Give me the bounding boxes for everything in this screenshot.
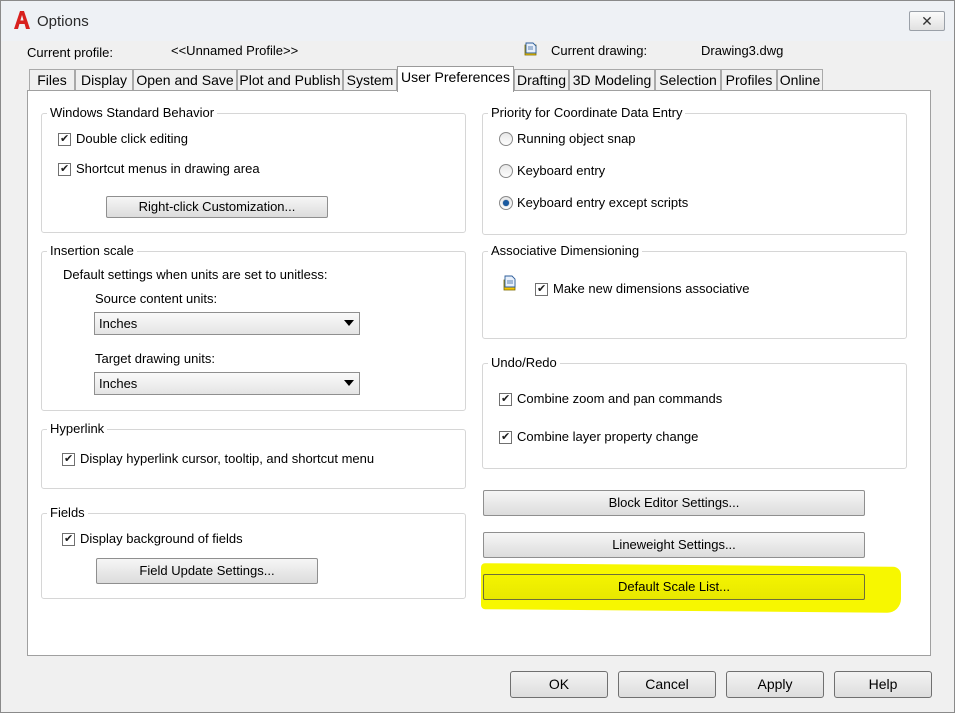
- target-units-value: Inches: [99, 376, 138, 391]
- double-click-label: Double click editing: [76, 131, 189, 146]
- block-editor-settings-button[interactable]: Block Editor Settings...: [483, 490, 865, 516]
- windows-behavior-title: Windows Standard Behavior: [47, 105, 218, 120]
- combine-layer-checkbox[interactable]: [499, 430, 512, 444]
- tab-online[interactable]: Online: [777, 69, 823, 90]
- tab-drafting[interactable]: Drafting: [514, 69, 569, 90]
- tab-display[interactable]: Display: [75, 69, 133, 90]
- window-title: Options: [37, 13, 89, 30]
- fields-group: [41, 513, 466, 599]
- undo-redo-title: Undo/Redo: [488, 355, 560, 370]
- source-units-value: Inches: [99, 316, 138, 331]
- insertion-scale-title: Insertion scale: [47, 243, 137, 258]
- source-units-dropdown[interactable]: Inches: [94, 312, 360, 335]
- target-units-dropdown[interactable]: Inches: [94, 372, 360, 395]
- tab-plot-and-publish[interactable]: Plot and Publish: [237, 69, 343, 90]
- current-profile-value: <<Unnamed Profile>>: [171, 43, 299, 58]
- combine-zoom-checkbox[interactable]: [499, 392, 512, 406]
- keyboard-entry-label: Keyboard entry: [517, 163, 606, 178]
- tab-selection[interactable]: Selection: [655, 69, 721, 90]
- tab-3d-modeling[interactable]: 3D Modeling: [569, 69, 655, 90]
- make-associative-label: Make new dimensions associative: [553, 281, 750, 296]
- chevron-down-icon: [344, 380, 354, 386]
- hyperlink-display-label: Display hyperlink cursor, tooltip, and s…: [80, 451, 375, 466]
- autocad-a-icon: [14, 11, 30, 29]
- shortcut-menus-label: Shortcut menus in drawing area: [76, 161, 260, 176]
- help-button[interactable]: Help: [834, 671, 932, 698]
- combine-zoom-label: Combine zoom and pan commands: [517, 391, 723, 406]
- drawing-file-icon: [524, 42, 537, 56]
- coordinate-priority-title: Priority for Coordinate Data Entry: [488, 105, 686, 120]
- apply-button[interactable]: Apply: [726, 671, 824, 698]
- fields-title: Fields: [47, 505, 88, 520]
- hyperlink-title: Hyperlink: [47, 421, 108, 436]
- current-drawing-label: Current drawing:: [551, 43, 648, 58]
- field-background-checkbox[interactable]: [62, 532, 75, 546]
- tab-user-preferences[interactable]: User Preferences: [397, 66, 514, 92]
- double-click-checkbox[interactable]: [58, 132, 71, 146]
- target-units-label: Target drawing units:: [95, 351, 215, 366]
- lineweight-settings-button[interactable]: Lineweight Settings...: [483, 532, 865, 558]
- options-dialog: Options ✕ Current profile: <<Unnamed Pro…: [0, 0, 955, 713]
- tab-profiles[interactable]: Profiles: [721, 69, 777, 90]
- current-profile-label: Current profile:: [27, 45, 113, 60]
- close-button[interactable]: ✕: [909, 11, 945, 31]
- cancel-button[interactable]: Cancel: [618, 671, 716, 698]
- right-click-customization-button[interactable]: Right-click Customization...: [106, 196, 328, 218]
- make-associative-checkbox[interactable]: [535, 282, 548, 296]
- ok-button[interactable]: OK: [510, 671, 608, 698]
- field-update-settings-button[interactable]: Field Update Settings...: [96, 558, 318, 584]
- running-object-snap-radio[interactable]: [499, 132, 513, 146]
- associative-dimension-icon: [503, 275, 516, 291]
- associative-dimensioning-title: Associative Dimensioning: [488, 243, 643, 258]
- default-scale-list-button[interactable]: Default Scale List...: [483, 574, 865, 600]
- keyboard-entry-except-scripts-label: Keyboard entry except scripts: [517, 195, 689, 210]
- insertion-scale-description: Default settings when units are set to u…: [63, 267, 328, 282]
- undo-redo-group: [482, 363, 907, 469]
- running-object-snap-label: Running object snap: [517, 131, 636, 146]
- close-icon: ✕: [921, 13, 933, 29]
- tab-system[interactable]: System: [343, 69, 397, 90]
- field-background-label: Display background of fields: [80, 531, 243, 546]
- combine-layer-label: Combine layer property change: [517, 429, 699, 444]
- chevron-down-icon: [344, 320, 354, 326]
- keyboard-entry-radio[interactable]: [499, 164, 513, 178]
- shortcut-menus-checkbox[interactable]: [58, 162, 71, 176]
- current-drawing-value: Drawing3.dwg: [701, 43, 784, 58]
- tab-files[interactable]: Files: [29, 69, 75, 90]
- title-bar: Options ✕: [1, 1, 954, 41]
- keyboard-entry-except-scripts-radio[interactable]: [499, 196, 513, 210]
- source-units-label: Source content units:: [95, 291, 218, 306]
- tab-open-and-save[interactable]: Open and Save: [133, 69, 237, 90]
- hyperlink-display-checkbox[interactable]: [62, 452, 75, 466]
